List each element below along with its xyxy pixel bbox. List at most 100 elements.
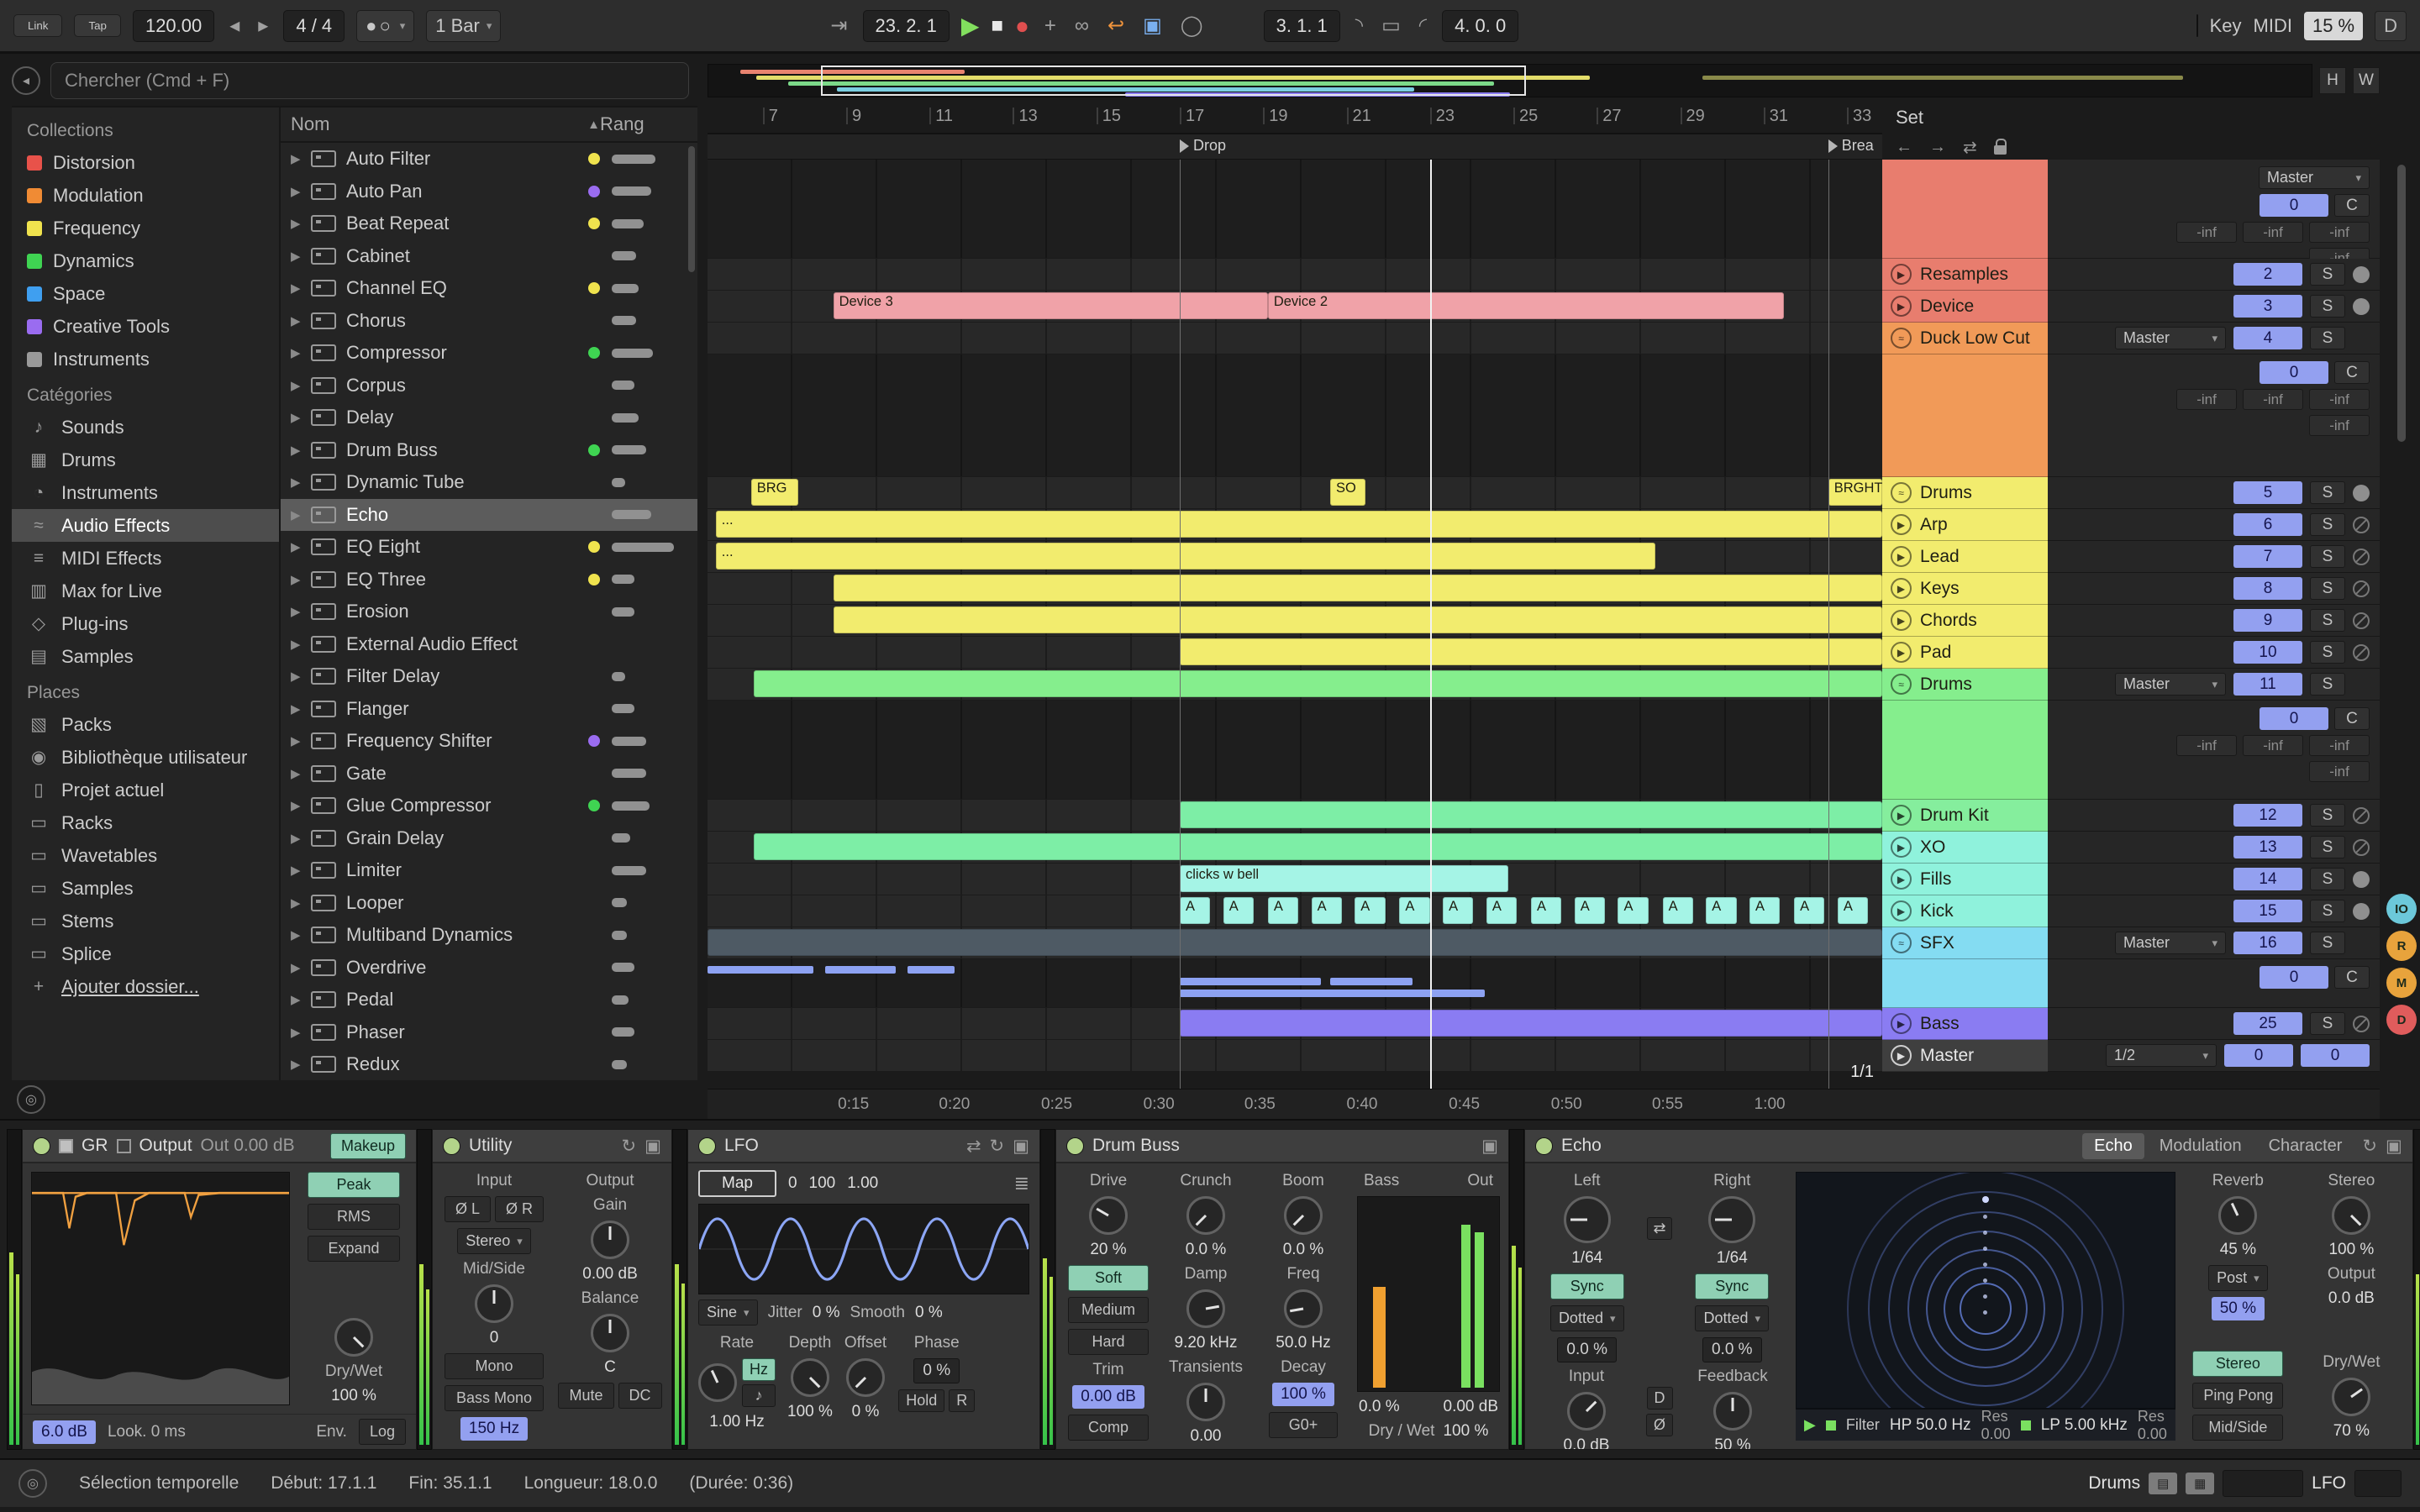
track-header-device[interactable]: ▶Device (1882, 291, 2048, 323)
list-item-auto-pan[interactable]: ▶Auto Pan (281, 176, 697, 208)
play-icon[interactable]: ▶ (1891, 1013, 1912, 1034)
track-number[interactable]: 8 (2233, 577, 2302, 600)
transients-value[interactable]: 0.00 (1191, 1427, 1222, 1446)
sidebar-item-distorsion[interactable]: Distorsion (12, 146, 279, 179)
stop-button[interactable]: ■ (991, 14, 1003, 38)
clip-[interactable]: ... (716, 511, 1882, 538)
bar-ruler[interactable]: 79111315171921232527293133 (708, 101, 1882, 134)
solo-button[interactable]: S (2310, 673, 2345, 696)
device-activator-icon[interactable] (698, 1137, 716, 1155)
phase-left-button[interactable]: Ø L (445, 1196, 491, 1222)
back-to-arrangement-icon[interactable]: ↩ (1104, 13, 1128, 38)
track-header-drums[interactable]: ≈Drums (1882, 477, 2048, 509)
bar-number[interactable]: 23 (1430, 108, 1455, 124)
arm-button[interactable] (2353, 485, 2370, 501)
clip-lane[interactable]: AAAAAAAAAAAAAAAA (708, 895, 1882, 927)
list-item-frequency-shifter[interactable]: ▶Frequency Shifter (281, 725, 697, 758)
vertical-scrollbar[interactable] (2397, 165, 2406, 442)
clip-a[interactable]: A (1794, 897, 1824, 924)
track-number[interactable]: 4 (2233, 327, 2302, 349)
arm-button[interactable] (2353, 1016, 2370, 1032)
track-header-bass[interactable]: ▶Bass (1882, 1008, 2048, 1040)
volume-box[interactable]: 0 (2260, 707, 2328, 730)
solo-button[interactable]: S (2310, 609, 2345, 632)
capture-midi-icon[interactable]: ▣ (1139, 13, 1165, 38)
overview-viewport[interactable] (821, 66, 1527, 96)
phase-button[interactable]: Ø (1646, 1414, 1673, 1436)
list-item-corpus[interactable]: ▶Corpus (281, 370, 697, 402)
list-scrollbar[interactable] (688, 146, 695, 272)
right-sync-button[interactable]: Sync (1695, 1273, 1769, 1299)
list-item-redux[interactable]: ▶Redux (281, 1048, 697, 1080)
clip-lane[interactable] (708, 959, 1882, 1008)
sidebar-item-stems[interactable]: ▭Stems (12, 905, 279, 937)
drywet-value[interactable]: 70 % (2333, 1422, 2370, 1441)
list-item-glue-compressor[interactable]: ▶Glue Compressor (281, 790, 697, 822)
solo-button[interactable]: S (2310, 804, 2345, 827)
unfold-icon[interactable]: ≈ (1891, 932, 1912, 953)
clip-lane[interactable] (708, 832, 1882, 864)
hot-swap-icon[interactable]: ↻ (622, 1136, 637, 1157)
clip-lane[interactable] (708, 605, 1882, 637)
bar-number[interactable]: 25 (1513, 108, 1538, 124)
bar-number[interactable]: 15 (1097, 108, 1121, 124)
lp-freq-value[interactable]: LP 5.00 kHz (2041, 1416, 2128, 1435)
track-header-drums[interactable]: ≈Drums (1882, 669, 2048, 701)
list-item-phaser[interactable]: ▶Phaser (281, 1016, 697, 1049)
solo-button[interactable]: S (2310, 900, 2345, 922)
list-item-echo[interactable]: ▶Echo (281, 499, 697, 532)
expand-button[interactable]: Expand (308, 1236, 400, 1262)
clip-lane[interactable] (708, 259, 1882, 291)
next-locator-icon[interactable]: → (1929, 138, 1946, 157)
arm-button[interactable] (2353, 266, 2370, 283)
solo-button[interactable]: S (2310, 577, 2345, 600)
arm-button[interactable] (2353, 517, 2370, 533)
map-min-value[interactable]: 0 (788, 1174, 797, 1193)
sidebar-item-wavetables[interactable]: ▭Wavetables (12, 839, 279, 872)
balance-value[interactable]: C (604, 1358, 616, 1377)
master-out-menu[interactable]: 1/2▾ (2106, 1044, 2217, 1067)
arm-button[interactable] (2353, 839, 2370, 856)
depth-knob[interactable] (791, 1358, 829, 1397)
clip-lane[interactable]: BRGSOBRGHT (708, 477, 1882, 509)
hz-mode-button[interactable]: Hz (742, 1358, 776, 1381)
arm-button[interactable] (2353, 807, 2370, 824)
track-number[interactable]: 10 (2233, 641, 2302, 664)
channel-mode-menu[interactable]: Stereo▾ (457, 1228, 531, 1254)
clip-device-2[interactable]: Device 2 (1268, 292, 1784, 319)
track-header-sfx[interactable]: ≈SFX (1882, 927, 2048, 959)
list-item-multiband-dynamics[interactable]: ▶Multiband Dynamics (281, 919, 697, 952)
clip-[interactable]: ... (716, 543, 1655, 570)
solo-button[interactable]: S (2310, 868, 2345, 890)
clip-lane[interactable]: ... (708, 509, 1882, 541)
disclosure-icon[interactable]: ▶ (291, 637, 311, 652)
list-item-gate[interactable]: ▶Gate (281, 758, 697, 790)
medium-button[interactable]: Medium (1068, 1297, 1149, 1323)
gain-knob[interactable] (591, 1221, 629, 1259)
track-number[interactable]: 25 (2233, 1012, 2302, 1035)
track-header-drum-kit[interactable]: ▶Drum Kit (1882, 800, 2048, 832)
pad-grid-icon[interactable]: ▦ (2186, 1473, 2214, 1494)
bass-mono-freq[interactable]: 150 Hz (460, 1417, 528, 1441)
right-time-value[interactable]: 1/64 (1717, 1249, 1748, 1268)
hp-filter-icon[interactable] (1826, 1420, 1836, 1431)
sidebar-item-splice[interactable]: ▭Splice (12, 937, 279, 970)
routing-menu[interactable]: Master▾ (2259, 166, 2370, 189)
toggle-d[interactable]: D (2386, 1005, 2417, 1035)
right-division-menu[interactable]: Dotted▾ (1695, 1305, 1769, 1331)
gain-value[interactable]: 0.00 dB (582, 1265, 638, 1284)
track-number[interactable]: 13 (2233, 836, 2302, 858)
comp-button[interactable]: Comp (1068, 1415, 1149, 1441)
left-time-value[interactable]: 1/64 (1571, 1249, 1602, 1268)
clip-a[interactable]: A (1443, 897, 1473, 924)
play-icon[interactable]: ▶ (1891, 578, 1912, 599)
list-item-filter-delay[interactable]: ▶Filter Delay (281, 660, 697, 693)
list-item-pedal[interactable]: ▶Pedal (281, 984, 697, 1016)
right-time-knob[interactable] (1708, 1196, 1755, 1243)
link-button[interactable]: Link (13, 14, 62, 37)
sidebar-item-midi-effects[interactable]: ≡MIDI Effects (12, 542, 279, 575)
sidebar-item-drums[interactable]: ▦Drums (12, 444, 279, 476)
arm-button[interactable] (2353, 549, 2370, 565)
list-item-limiter[interactable]: ▶Limiter (281, 854, 697, 887)
routing-menu[interactable]: Master▾ (2115, 932, 2226, 954)
